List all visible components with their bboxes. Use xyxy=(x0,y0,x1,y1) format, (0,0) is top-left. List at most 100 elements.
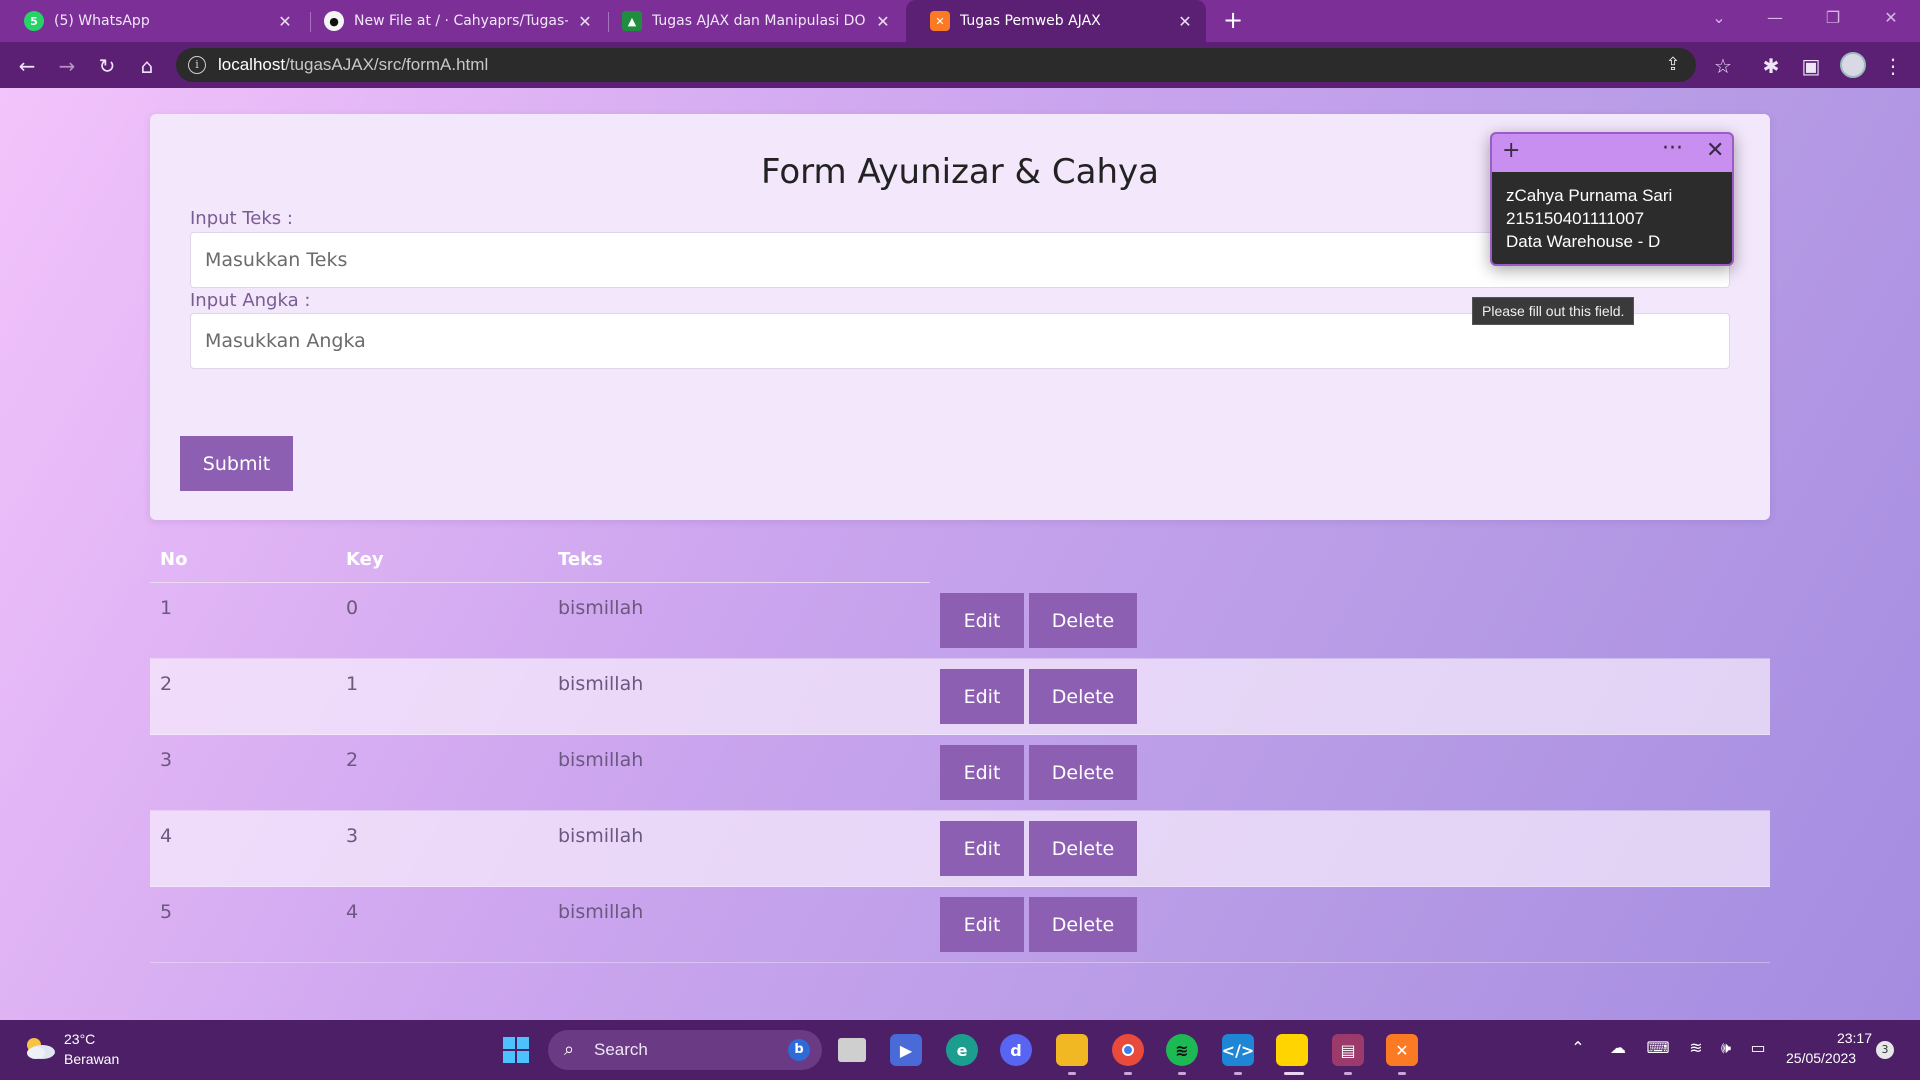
search-label: Search xyxy=(594,1040,648,1059)
edit-button[interactable]: Edit xyxy=(940,745,1024,800)
cell-teks: bismillah xyxy=(558,749,644,771)
tab-title: New File at / · Cahyaprs/Tugas-P xyxy=(354,13,568,29)
more-options-icon[interactable]: ··· xyxy=(1662,136,1683,161)
note-line: Data Warehouse - D xyxy=(1506,232,1661,251)
header-key: Key xyxy=(346,549,384,570)
menu-icon[interactable]: ⋮ xyxy=(1880,53,1906,79)
tab-pemweb-ajax[interactable]: ✕ Tugas Pemweb AJAX ✕ xyxy=(906,0,1206,42)
onedrive-icon[interactable]: ☁ xyxy=(1606,1038,1630,1057)
edit-button[interactable]: Edit xyxy=(940,897,1024,952)
sticky-note-header: + ··· ✕ xyxy=(1492,134,1732,172)
delete-button[interactable]: Delete xyxy=(1029,897,1137,952)
validation-tooltip: Please fill out this field. xyxy=(1472,297,1635,325)
restore-button[interactable]: ❐ xyxy=(1818,8,1848,27)
tab-strip: 5 (5) WhatsApp ✕ ● New File at / · Cahya… xyxy=(0,0,1920,42)
add-note-icon[interactable]: + xyxy=(1502,138,1520,163)
header-no: No xyxy=(160,549,188,570)
edit-button[interactable]: Edit xyxy=(940,821,1024,876)
clock-date[interactable]: 25/05/2023 xyxy=(1786,1050,1856,1066)
submit-button[interactable]: Submit xyxy=(180,436,293,491)
close-window-button[interactable]: ✕ xyxy=(1876,8,1906,27)
back-icon[interactable]: ← xyxy=(14,53,40,79)
table-row: 2 1 bismillah Edit Delete xyxy=(150,659,1770,735)
notification-count-badge[interactable]: 3 xyxy=(1876,1041,1894,1059)
edit-button[interactable]: Edit xyxy=(940,669,1024,724)
volume-icon[interactable]: 🕪 xyxy=(1714,1038,1738,1058)
reload-icon[interactable]: ↻ xyxy=(94,53,120,79)
cloudy-weather-icon[interactable] xyxy=(22,1036,56,1060)
delete-button[interactable]: Delete xyxy=(1029,821,1137,876)
running-indicator xyxy=(1398,1072,1406,1075)
temperature-text[interactable]: 23°C xyxy=(64,1031,95,1047)
tab-search-icon[interactable]: ⌄ xyxy=(1704,8,1734,27)
cell-no: 4 xyxy=(160,825,173,847)
home-icon[interactable]: ⌂ xyxy=(134,53,160,79)
cell-key: 2 xyxy=(346,749,359,771)
new-tab-button[interactable]: + xyxy=(1220,8,1246,34)
table-header: No Key Teks xyxy=(150,533,1770,583)
xampp-icon: ✕ xyxy=(930,11,950,31)
classroom-icon: ▲ xyxy=(622,11,642,31)
vscode-icon[interactable]: </> xyxy=(1222,1034,1254,1066)
bing-icon[interactable]: b xyxy=(788,1039,810,1061)
url-host: localhost xyxy=(218,55,286,74)
close-tab-icon[interactable]: ✕ xyxy=(874,12,892,31)
weather-text[interactable]: Berawan xyxy=(64,1051,119,1067)
bookmark-star-icon[interactable]: ☆ xyxy=(1710,53,1736,79)
cell-key: 4 xyxy=(346,901,359,923)
keyboard-icon[interactable]: ⌨ xyxy=(1646,1038,1670,1057)
note-line: zCahya Purnama Sari xyxy=(1506,186,1673,205)
delete-button[interactable]: Delete xyxy=(1029,745,1137,800)
address-bar[interactable]: i localhost/tugasAJAX/src/formA.html ⇪ xyxy=(176,48,1696,82)
browser-toolbar: ← → ↻ ⌂ i localhost/tugasAJAX/src/formA.… xyxy=(0,42,1920,88)
delete-button[interactable]: Delete xyxy=(1029,669,1137,724)
forward-icon[interactable]: → xyxy=(54,53,80,79)
side-panel-icon[interactable]: ▣ xyxy=(1798,53,1824,79)
extensions-icon[interactable]: ✱ xyxy=(1758,53,1784,79)
text-input-label: Input Teks : xyxy=(190,208,293,229)
show-hidden-icons-chevron-icon[interactable]: ⌃ xyxy=(1566,1038,1590,1057)
cell-no: 2 xyxy=(160,673,173,695)
spotify-icon[interactable]: ≋ xyxy=(1166,1034,1198,1066)
close-tab-icon[interactable]: ✕ xyxy=(276,12,294,31)
site-info-icon[interactable]: i xyxy=(188,56,206,74)
tab-whatsapp[interactable]: 5 (5) WhatsApp ✕ xyxy=(0,5,306,37)
tab-github[interactable]: ● New File at / · Cahyaprs/Tugas-P ✕ xyxy=(300,5,606,37)
url-text[interactable]: localhost/tugasAJAX/src/formA.html xyxy=(218,55,488,75)
running-indicator xyxy=(1178,1072,1186,1075)
sticky-notes-icon[interactable] xyxy=(1276,1034,1308,1066)
share-icon[interactable]: ⇪ xyxy=(1662,54,1684,76)
cell-teks: bismillah xyxy=(558,825,644,847)
cell-teks: bismillah xyxy=(558,597,644,619)
sticky-note-body[interactable]: zCahya Purnama Sari 215150401111007 Data… xyxy=(1492,172,1732,265)
battery-icon[interactable]: ▭ xyxy=(1746,1038,1770,1057)
edge-icon[interactable]: e xyxy=(946,1034,978,1066)
close-note-icon[interactable]: ✕ xyxy=(1706,138,1724,163)
profile-avatar[interactable] xyxy=(1840,52,1866,78)
close-tab-icon[interactable]: ✕ xyxy=(1176,12,1194,31)
zoom-icon[interactable]: ▶ xyxy=(890,1034,922,1066)
winrar-icon[interactable]: ▤ xyxy=(1332,1034,1364,1066)
tab-classroom[interactable]: ▲ Tugas AJAX dan Manipulasi DOM ✕ xyxy=(598,5,904,37)
running-indicator xyxy=(1234,1072,1242,1075)
clock-time[interactable]: 23:17 xyxy=(1828,1030,1872,1046)
edit-button[interactable]: Edit xyxy=(940,593,1024,648)
chrome-icon[interactable] xyxy=(1112,1034,1144,1066)
delete-button[interactable]: Delete xyxy=(1029,593,1137,648)
running-indicator xyxy=(1068,1072,1076,1075)
file-explorer-icon[interactable] xyxy=(1056,1034,1088,1066)
table-row: 5 4 bismillah Edit Delete xyxy=(150,887,1770,963)
running-indicator xyxy=(1124,1072,1132,1075)
taskbar-search[interactable]: ⌕ Search b xyxy=(548,1030,822,1070)
wifi-icon[interactable]: ≋ xyxy=(1684,1038,1708,1057)
xampp-icon[interactable]: ✕ xyxy=(1386,1034,1418,1066)
close-tab-icon[interactable]: ✕ xyxy=(576,12,594,31)
data-table: No Key Teks 1 0 bismillah Edit Delete 2 … xyxy=(150,533,1770,963)
minimize-button[interactable]: — xyxy=(1760,8,1790,27)
cell-no: 3 xyxy=(160,749,173,771)
whatsapp-icon: 5 xyxy=(24,11,44,31)
taskbar: 23°C Berawan ⌕ Search b ▶ e d ≋ </> ▤ ✕ … xyxy=(0,1020,1920,1080)
discord-icon[interactable]: d xyxy=(1000,1034,1032,1066)
task-view-icon[interactable] xyxy=(838,1038,866,1062)
windows-start-icon[interactable] xyxy=(500,1034,532,1066)
